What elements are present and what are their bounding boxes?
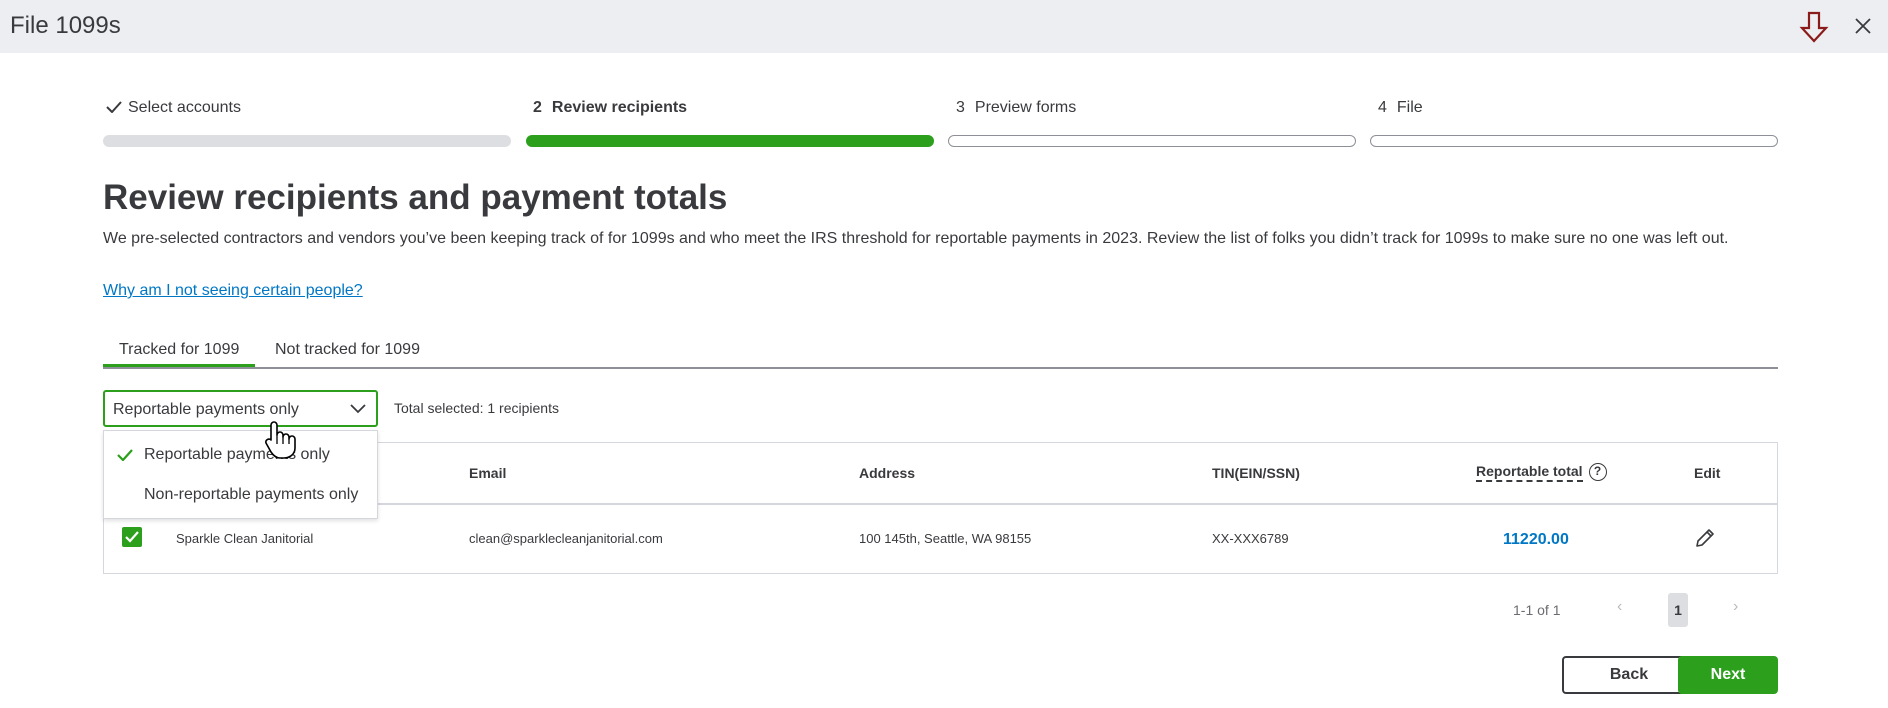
column-header-tin: TIN(EIN/SSN) [1212, 465, 1300, 481]
option-reportable-payments-only[interactable]: Reportable payments only [144, 446, 330, 464]
check-icon [106, 101, 122, 114]
step-progress-bar-3 [948, 135, 1356, 147]
recipient-tin: XX-XXX6789 [1212, 531, 1289, 546]
next-button[interactable]: Next [1678, 656, 1778, 694]
step-number: 4 [1378, 99, 1387, 116]
tab-not-tracked-for-1099[interactable]: Not tracked for 1099 [259, 341, 436, 369]
step-review-recipients[interactable]: 2 Review recipients [533, 99, 687, 117]
step-number: 3 [956, 99, 965, 116]
step-select-accounts[interactable]: Select accounts [106, 99, 241, 117]
recipient-email: clean@sparklecleanjanitorial.com [469, 531, 663, 546]
step-progress-bar-4 [1370, 135, 1778, 147]
step-label: Review recipients [551, 99, 688, 116]
step-label: File [1396, 99, 1423, 116]
column-header-edit: Edit [1694, 465, 1721, 481]
help-question-icon[interactable]: ? [1588, 463, 1607, 482]
pagination-page-1[interactable]: 1 [1668, 593, 1688, 627]
step-progress-bar-2 [526, 135, 934, 147]
page-title: Review recipients and payment totals [103, 178, 728, 217]
tab-divider [103, 367, 1778, 369]
option-non-reportable-payments-only[interactable]: Non-reportable payments only [144, 486, 358, 504]
column-header-reportable-total: Reportable total? [1476, 463, 1607, 482]
step-file[interactable]: 4 File [1378, 99, 1423, 117]
recipient-address: 100 145th, Seattle, WA 98155 [859, 531, 1032, 546]
chevron-down-icon [350, 404, 366, 414]
reportable-total-label[interactable]: Reportable total [1476, 463, 1583, 482]
pagination-range: 1-1 of 1 [1513, 602, 1561, 618]
step-number: 2 [533, 99, 542, 116]
step-label: Preview forms [974, 99, 1077, 116]
column-header-email: Email [469, 465, 507, 481]
select-value: Reportable payments only [113, 401, 299, 418]
step-label: Select accounts [128, 99, 241, 116]
checkmark-icon [125, 531, 139, 543]
payment-filter-dropdown: Reportable payments only Non-reportable … [103, 430, 378, 519]
title-bar: File 1099s [0, 0, 1888, 53]
step-progress-bar-1 [103, 135, 511, 147]
pagination-prev-button[interactable]: ‹ [1617, 598, 1622, 616]
recipient-reportable-total[interactable]: 11220.00 [1503, 531, 1569, 549]
pagination-next-button[interactable]: › [1733, 598, 1738, 616]
check-icon [117, 449, 133, 461]
total-selected-count: Total selected: 1 recipients [394, 400, 559, 416]
recipient-name: Sparkle Clean Janitorial [176, 531, 314, 546]
step-preview-forms[interactable]: 3 Preview forms [956, 99, 1076, 117]
row-checkbox[interactable] [122, 527, 142, 547]
tab-tracked-for-1099[interactable]: Tracked for 1099 [103, 341, 256, 368]
back-button[interactable]: Back [1562, 656, 1696, 694]
column-header-address: Address [859, 465, 916, 481]
download-arrow-icon[interactable] [1799, 11, 1829, 43]
hand-cursor-icon [265, 421, 296, 459]
help-link[interactable]: Why am I not seeing certain people? [103, 282, 363, 300]
window-title: File 1099s [10, 12, 121, 39]
close-icon[interactable] [1852, 15, 1874, 37]
page-description: We pre-selected contractors and vendors … [103, 230, 1729, 247]
payment-filter-select[interactable]: Reportable payments only [103, 390, 378, 427]
pencil-edit-icon[interactable] [1694, 527, 1716, 549]
